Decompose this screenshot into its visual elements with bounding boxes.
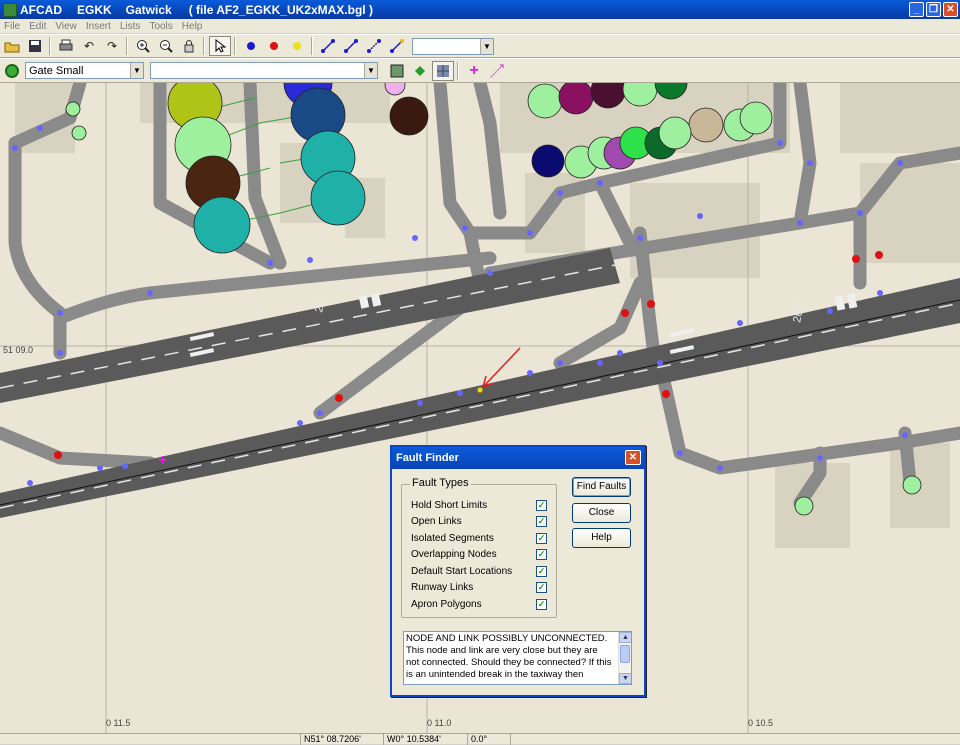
status-latitude: N51° 08.7206'	[300, 734, 361, 745]
fault-type-label: Open Links	[411, 515, 462, 527]
fault-types-label: Fault Types	[410, 477, 471, 489]
chevron-down-icon[interactable]: ▼	[364, 63, 377, 78]
fault-type-row[interactable]: Isolated Segments ✓	[411, 531, 547, 545]
toolbar-separator	[234, 37, 236, 55]
status-longitude: W0° 10.5384'	[383, 734, 441, 745]
menu-view[interactable]: View	[51, 21, 82, 32]
fault-type-checkbox[interactable]: ✓	[536, 565, 547, 577]
undo-icon[interactable]: ↶	[78, 36, 100, 56]
lon-label-2: 0 11.0	[427, 718, 451, 728]
green-start-icon[interactable]	[1, 61, 23, 81]
dialog-title: Fault Finder	[396, 452, 459, 464]
pointer-icon[interactable]	[209, 36, 231, 56]
menu-tools[interactable]: Tools	[145, 21, 177, 32]
fault-type-row[interactable]: Hold Short Limits ✓	[411, 498, 547, 512]
selected-fault-node[interactable]	[476, 386, 484, 394]
fault-type-checkbox[interactable]: ✓	[536, 499, 547, 511]
fault-type-checkbox[interactable]: ✓	[536, 532, 547, 544]
chevron-down-icon[interactable]: ▼	[480, 38, 493, 54]
gate-type-value: Gate Small	[29, 64, 84, 77]
fault-type-row[interactable]: Overlapping Nodes ✓	[411, 547, 547, 561]
fault-type-checkbox[interactable]: ✓	[536, 598, 547, 610]
find-faults-button[interactable]: Find Faults	[572, 477, 631, 497]
fault-type-row[interactable]: Apron Polygons ✓	[411, 597, 547, 611]
fault-finder-dialog: Fault Finder ✕ Fault Types Hold Short Li…	[390, 445, 646, 697]
status-heading: 0.0°	[467, 734, 511, 745]
toolbar-separator	[203, 37, 205, 55]
chevron-down-icon[interactable]: ▼	[130, 63, 143, 78]
open-icon[interactable]	[1, 36, 23, 56]
scroll-down-icon[interactable]: ▼	[619, 673, 631, 684]
menu-insert[interactable]: Insert	[82, 21, 116, 32]
fault-type-row[interactable]: Default Start Locations ✓	[411, 564, 547, 578]
menu-lists[interactable]: Lists	[116, 21, 146, 32]
lock-icon[interactable]	[178, 36, 200, 56]
zoom-in-icon[interactable]	[132, 36, 154, 56]
toolbar-combo[interactable]: ▼	[412, 37, 494, 55]
gate-type-select[interactable]: Gate Small ▼	[25, 62, 144, 79]
print-icon[interactable]	[55, 36, 77, 56]
fault-type-label: Apron Polygons	[411, 598, 482, 610]
minimize-button[interactable]: _	[909, 2, 924, 17]
fault-type-label: Hold Short Limits	[411, 499, 488, 511]
menu-file[interactable]: File	[0, 21, 25, 32]
message-scrollbar[interactable]: ▲ ▼	[618, 632, 631, 684]
save-icon[interactable]	[24, 36, 46, 56]
toolbar-separator	[311, 37, 313, 55]
link-tool-4-icon[interactable]	[386, 36, 408, 56]
title-file: ( file AF2_EGKK_UK2xMAX.bgl )	[188, 2, 373, 17]
lon-label-3: 0 10.5	[748, 718, 773, 728]
fault-type-checkbox[interactable]: ✓	[536, 581, 547, 593]
yellow-node-icon[interactable]	[286, 36, 308, 56]
grid-icon[interactable]	[432, 60, 454, 81]
red-node-icon[interactable]	[263, 36, 285, 56]
toolbar-separator	[126, 37, 128, 55]
object-name-combo[interactable]: ▼	[150, 62, 378, 79]
blue-node-icon[interactable]	[240, 36, 262, 56]
lon-label-1: 0 11.5	[106, 718, 130, 728]
measure-icon[interactable]	[486, 61, 508, 81]
apron-icon[interactable]	[386, 61, 408, 81]
title-bar: AFCAD EGKK Gatwick ( file AF2_EGKK_UK2xM…	[0, 0, 960, 19]
toolbar-separator	[457, 61, 459, 80]
fault-message-text: NODE AND LINK POSSIBLY UNCONNECTED. This…	[406, 633, 612, 680]
toolbar-separator	[49, 37, 51, 55]
fault-type-label: Default Start Locations	[411, 565, 513, 577]
object-toolbar: Gate Small ▼ ▼ +	[0, 58, 960, 83]
fault-message-box[interactable]: NODE AND LINK POSSIBLY UNCONNECTED. This…	[403, 631, 632, 685]
menu-help[interactable]: Help	[178, 21, 208, 32]
menu-edit[interactable]: Edit	[25, 21, 51, 32]
scroll-thumb[interactable]	[620, 645, 630, 663]
magenta-crosshair-icon: +	[158, 452, 167, 469]
fault-type-label: Overlapping Nodes	[411, 548, 497, 560]
zoom-out-icon[interactable]	[155, 36, 177, 56]
fault-type-row[interactable]: Open Links ✓	[411, 514, 547, 528]
app-icon	[3, 2, 17, 17]
dialog-title-bar: Fault Finder ✕	[392, 447, 644, 469]
close-button[interactable]: Close	[572, 503, 631, 523]
title-airport: Gatwick	[125, 2, 172, 17]
title-app: AFCAD	[20, 2, 62, 17]
dialog-close-icon[interactable]: ✕	[625, 450, 641, 465]
help-button[interactable]: Help	[572, 528, 631, 548]
fault-type-checkbox[interactable]: ✓	[536, 548, 547, 560]
diamond-node-icon[interactable]	[409, 61, 431, 81]
link-tool-3-icon[interactable]	[363, 36, 385, 56]
fault-type-label: Isolated Segments	[411, 532, 494, 544]
fault-type-label: Runway Links	[411, 581, 474, 593]
lat-label: 51 09.0	[3, 345, 33, 355]
scroll-up-icon[interactable]: ▲	[619, 632, 631, 643]
status-bar: N51° 08.7206' W0° 10.5384' 0.0°	[0, 733, 960, 745]
fault-type-checkbox[interactable]: ✓	[536, 515, 547, 527]
redo-icon[interactable]: ↷	[101, 36, 123, 56]
close-window-button[interactable]: ✕	[943, 2, 958, 17]
main-toolbar: ↶ ↷ ▼	[0, 34, 960, 58]
restore-button[interactable]: ❐	[926, 2, 941, 17]
crosshair-icon[interactable]: +	[463, 61, 485, 81]
link-tool-1-icon[interactable]	[317, 36, 339, 56]
link-tool-2-icon[interactable]	[340, 36, 362, 56]
fault-type-row[interactable]: Runway Links ✓	[411, 580, 547, 594]
title-icao: EGKK	[77, 2, 112, 17]
menu-bar: File Edit View Insert Lists Tools Help	[0, 19, 960, 33]
